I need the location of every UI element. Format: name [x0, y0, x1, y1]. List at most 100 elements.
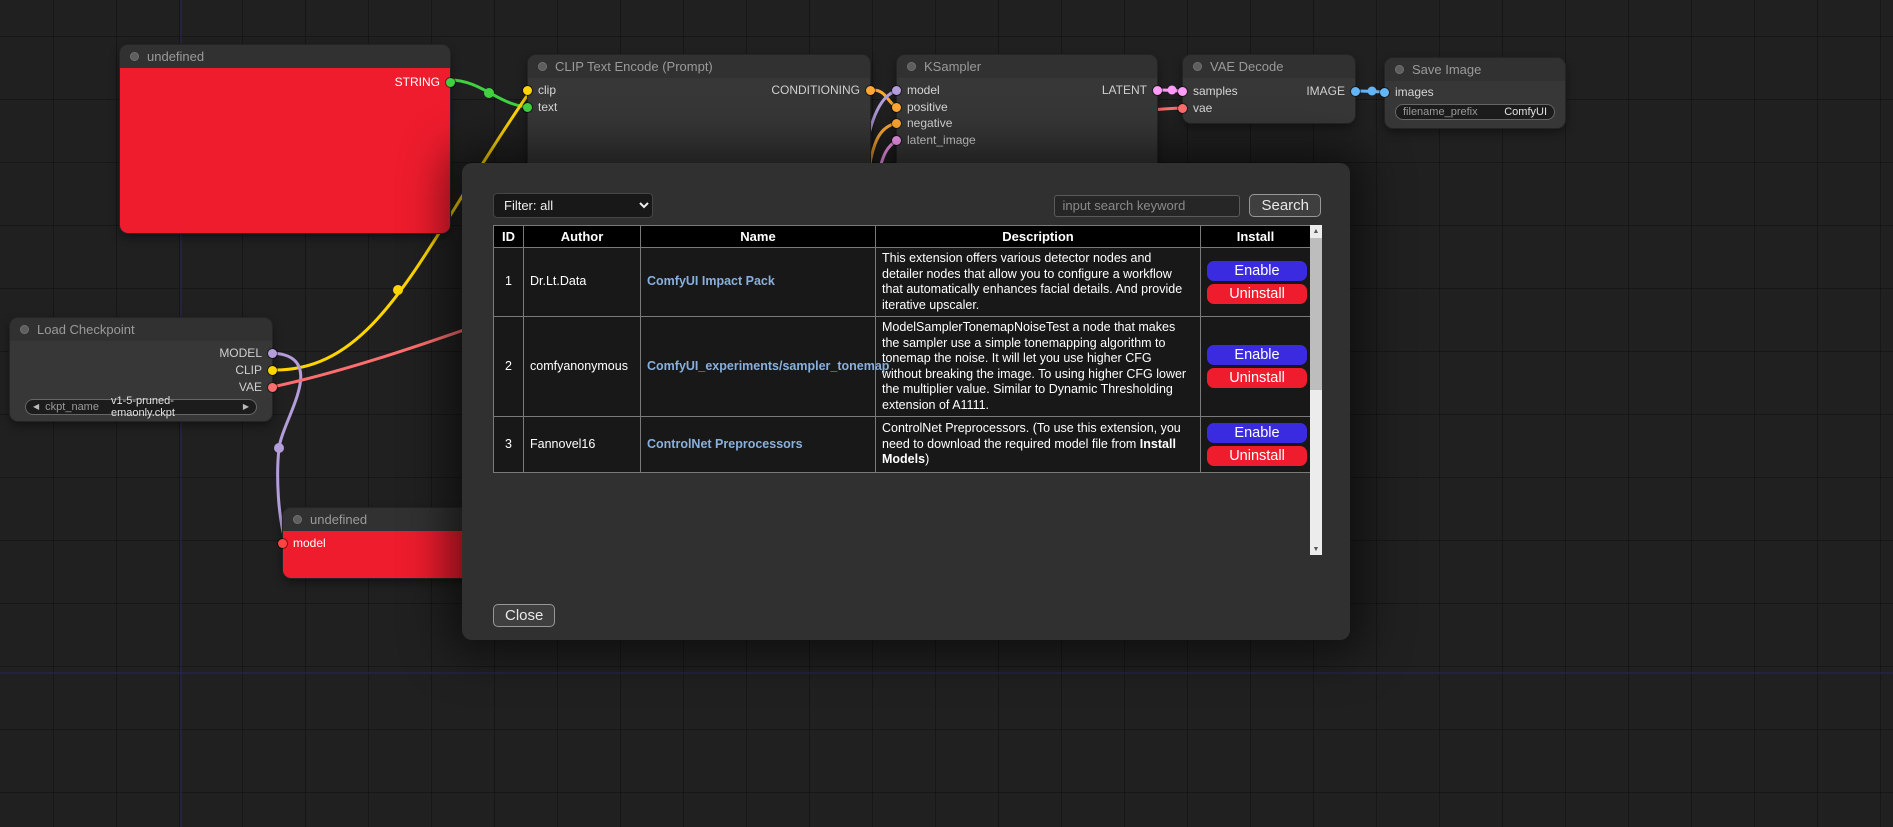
increment-arrow-icon[interactable]: ▶ [243, 403, 249, 411]
cell-id: 3 [494, 417, 524, 473]
node-header[interactable]: KSampler [897, 55, 1157, 78]
canvas-origin-horizontal-line [0, 672, 1893, 674]
cell-description: ModelSamplerTonemapNoiseTest a node that… [876, 317, 1201, 417]
search-button[interactable]: Search [1249, 194, 1321, 217]
column-header-author: Author [524, 226, 641, 248]
input-slot-samples[interactable]: samples [1178, 85, 1238, 97]
collapse-dot-icon[interactable] [907, 62, 916, 71]
cell-description: ControlNet Preprocessors. (To use this e… [876, 417, 1201, 473]
input-slot-model[interactable]: model [278, 537, 326, 549]
node-vae-decode[interactable]: VAE Decode samples vae IMAGE [1183, 55, 1355, 123]
collapse-dot-icon[interactable] [20, 325, 29, 334]
scroll-down-arrow-icon[interactable]: ▼ [1310, 543, 1322, 555]
close-button[interactable]: Close [493, 604, 555, 627]
output-slot-image[interactable]: IMAGE [1306, 85, 1360, 97]
model-port-icon[interactable] [278, 539, 287, 548]
output-slot-clip[interactable]: CLIP [235, 364, 277, 376]
uninstall-button[interactable]: Uninstall [1207, 368, 1307, 388]
column-header-install: Install [1201, 226, 1311, 248]
node-title: KSampler [924, 59, 981, 74]
output-slot-conditioning[interactable]: CONDITIONING [771, 84, 875, 96]
input-slot-model[interactable]: model [892, 84, 940, 96]
custom-nodes-install-dialog: Filter: all Search ID Author Name Descri… [462, 163, 1350, 640]
filename-prefix-widget[interactable]: filename_prefix ComfyUI [1395, 104, 1555, 120]
clip-port-icon[interactable] [523, 86, 532, 95]
node-header[interactable]: undefined [120, 45, 450, 68]
string-port-icon[interactable] [523, 103, 532, 112]
cell-author: comfyanonymous [524, 317, 641, 417]
collapse-dot-icon[interactable] [293, 515, 302, 524]
table-row: 3 Fannovel16 ControlNet Preprocessors Co… [494, 417, 1311, 473]
latent-port-icon[interactable] [892, 136, 901, 145]
input-slot-positive[interactable]: positive [892, 101, 948, 113]
cell-description: This extension offers various detector n… [876, 248, 1201, 317]
extension-name-link[interactable]: ComfyUI Impact Pack [647, 274, 775, 288]
ckpt-name-widget[interactable]: ◀ ckpt_name v1-5-pruned-emaonly.ckpt ▶ [25, 399, 257, 415]
latent-port-icon[interactable] [1178, 87, 1187, 96]
vae-port-icon[interactable] [1178, 104, 1187, 113]
string-port-icon[interactable] [446, 78, 455, 87]
input-slot-images[interactable]: images [1380, 86, 1434, 98]
output-slot-vae[interactable]: VAE [239, 381, 277, 393]
search-input[interactable] [1054, 195, 1240, 217]
filter-select[interactable]: Filter: all [493, 193, 653, 218]
conditioning-port-icon[interactable] [892, 119, 901, 128]
extension-name-link[interactable]: ControlNet Preprocessors [647, 437, 803, 451]
model-port-icon[interactable] [892, 86, 901, 95]
column-header-id: ID [494, 226, 524, 248]
scrollbar-thumb[interactable] [1310, 238, 1322, 390]
collapse-dot-icon[interactable] [1395, 65, 1404, 74]
output-slot-model[interactable]: MODEL [219, 347, 277, 359]
node-save-image[interactable]: Save Image images filename_prefix ComfyU… [1385, 58, 1565, 128]
node-title: undefined [147, 49, 204, 64]
extension-name-link[interactable]: ComfyUI_experiments/sampler_tonemap [647, 359, 889, 373]
node-undefined-top[interactable]: undefined STRING [120, 45, 450, 233]
node-title: CLIP Text Encode (Prompt) [555, 59, 713, 74]
input-slot-clip[interactable]: clip [523, 84, 556, 96]
cell-author: Dr.Lt.Data [524, 248, 641, 317]
node-header[interactable]: CLIP Text Encode (Prompt) [528, 55, 870, 78]
collapse-dot-icon[interactable] [538, 62, 547, 71]
latent-port-icon[interactable] [1153, 86, 1162, 95]
model-port-icon[interactable] [268, 349, 277, 358]
input-slot-text[interactable]: text [523, 101, 557, 113]
node-title: Load Checkpoint [37, 322, 135, 337]
table-row: 1 Dr.Lt.Data ComfyUI Impact Pack This ex… [494, 248, 1311, 317]
cell-id: 1 [494, 248, 524, 317]
input-slot-negative[interactable]: negative [892, 117, 952, 129]
extension-table: ID Author Name Description Install 1 Dr.… [493, 225, 1311, 473]
table-scrollbar[interactable]: ▲ ▼ [1310, 225, 1322, 555]
node-header[interactable]: Save Image [1385, 58, 1565, 81]
extension-table-scroll[interactable]: ID Author Name Description Install 1 Dr.… [493, 225, 1322, 555]
image-port-icon[interactable] [1380, 88, 1389, 97]
column-header-name: Name [641, 226, 876, 248]
node-load-checkpoint[interactable]: Load Checkpoint MODEL CLIP VAE ◀ ckpt_na… [10, 318, 272, 421]
input-slot-latent-image[interactable]: latent_image [892, 134, 976, 146]
output-slot-string[interactable]: STRING [395, 76, 455, 88]
cell-id: 2 [494, 317, 524, 417]
decrement-arrow-icon[interactable]: ◀ [33, 403, 39, 411]
conditioning-port-icon[interactable] [866, 86, 875, 95]
scroll-up-arrow-icon[interactable]: ▲ [1310, 225, 1322, 237]
conditioning-port-icon[interactable] [892, 103, 901, 112]
vae-port-icon[interactable] [268, 383, 277, 392]
node-title: Save Image [1412, 62, 1481, 77]
uninstall-button[interactable]: Uninstall [1207, 284, 1307, 304]
node-header[interactable]: VAE Decode [1183, 55, 1355, 78]
enable-button[interactable]: Enable [1207, 261, 1307, 281]
node-header[interactable]: Load Checkpoint [10, 318, 272, 341]
clip-port-icon[interactable] [268, 366, 277, 375]
enable-button[interactable]: Enable [1207, 423, 1307, 443]
input-slot-vae[interactable]: vae [1178, 102, 1212, 114]
collapse-dot-icon[interactable] [130, 52, 139, 61]
enable-button[interactable]: Enable [1207, 345, 1307, 365]
cell-author: Fannovel16 [524, 417, 641, 473]
node-title: undefined [310, 512, 367, 527]
collapse-dot-icon[interactable] [1193, 62, 1202, 71]
image-port-icon[interactable] [1351, 87, 1360, 96]
column-header-description: Description [876, 226, 1201, 248]
output-slot-latent[interactable]: LATENT [1102, 84, 1162, 96]
filename-prefix-value: ComfyUI [1504, 106, 1547, 118]
node-title: VAE Decode [1210, 59, 1283, 74]
uninstall-button[interactable]: Uninstall [1207, 446, 1307, 466]
